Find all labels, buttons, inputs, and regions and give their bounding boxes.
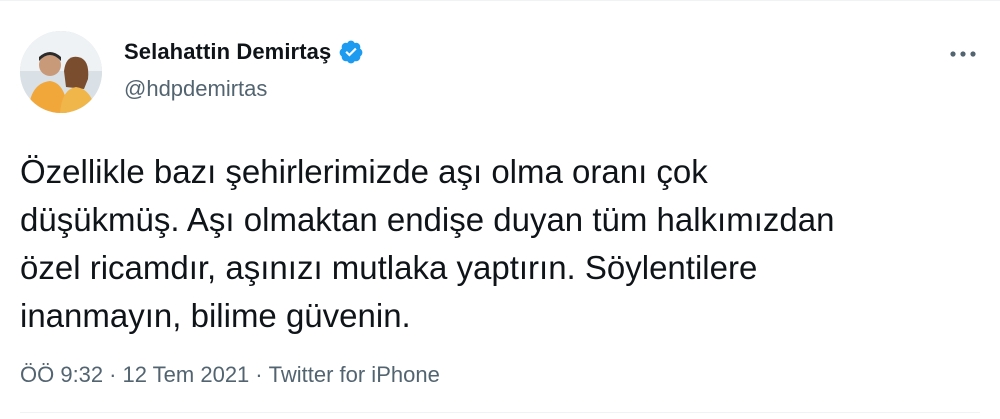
avatar-image: [20, 31, 102, 113]
meta-separator: ·: [109, 362, 117, 387]
more-options-icon[interactable]: [948, 47, 978, 61]
verified-badge-icon: [339, 40, 363, 64]
tweet-time[interactable]: ÖÖ 9:32: [20, 362, 103, 388]
tweet-date[interactable]: 12 Tem 2021: [122, 362, 249, 388]
tweet-card: Selahattin Demirtaş @hdpdemirtas Özellik…: [0, 0, 1000, 419]
avatar[interactable]: [20, 31, 102, 113]
author-handle[interactable]: @hdpdemirtas: [124, 76, 267, 102]
tweet-metadata: ÖÖ 9:32 · 12 Tem 2021 · Twitter for iPho…: [20, 362, 440, 388]
author-display-name[interactable]: Selahattin Demirtaş: [124, 39, 331, 65]
meta-separator: ·: [255, 362, 263, 387]
tweet-text: Özellikle bazı şehirlerimizde aşı olma o…: [20, 153, 835, 334]
author-name-row: Selahattin Demirtaş: [124, 39, 364, 65]
tweet-source[interactable]: Twitter for iPhone: [269, 362, 440, 388]
divider: [20, 412, 980, 413]
